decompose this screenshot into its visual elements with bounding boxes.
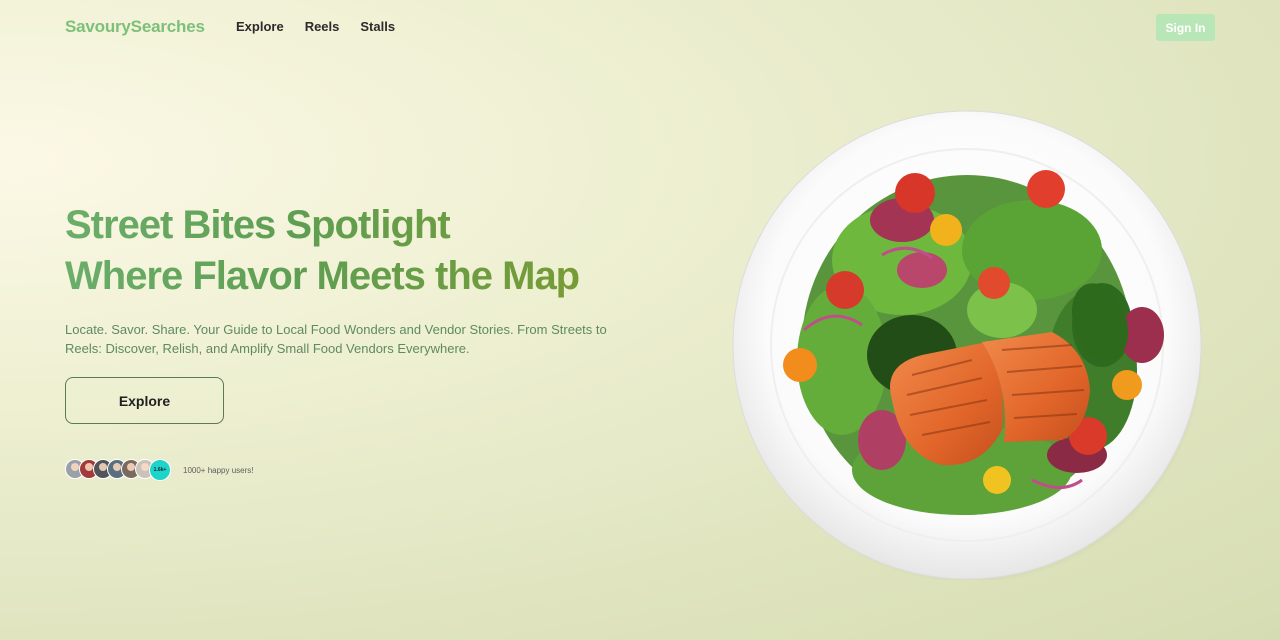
hero-section: Street Bites Spotlight Where Flavor Meet…	[65, 200, 665, 358]
hero-subtitle: Locate. Savor. Share. Your Guide to Loca…	[65, 322, 607, 356]
avatar-group: 1.6k+	[65, 459, 171, 481]
nav-link-explore[interactable]: Explore	[236, 19, 284, 34]
happy-users-caption: 1000+ happy users!	[183, 465, 254, 475]
nav-link-reels[interactable]: Reels	[305, 19, 340, 34]
hero-title-line-2: Where Flavor Meets the Map	[65, 254, 580, 298]
happy-users: 1.6k+ 1000+ happy users!	[65, 459, 254, 481]
salmon-salad-plate-image	[732, 110, 1202, 580]
user-count-badge: 1.6k+	[149, 459, 171, 481]
nav-links: Explore Reels Stalls	[236, 19, 395, 34]
brand-logo[interactable]: SavourySearches	[65, 17, 205, 37]
top-navbar: SavourySearches Explore Reels Stalls Sig…	[0, 0, 1280, 56]
explore-button[interactable]: Explore	[65, 377, 224, 424]
sign-in-button[interactable]: Sign In	[1156, 14, 1215, 41]
plate-illustration	[732, 110, 1202, 580]
hero-title: Street Bites Spotlight Where Flavor Meet…	[65, 200, 665, 302]
nav-link-stalls[interactable]: Stalls	[360, 19, 395, 34]
hero-title-line-1: Street Bites Spotlight	[65, 203, 450, 247]
